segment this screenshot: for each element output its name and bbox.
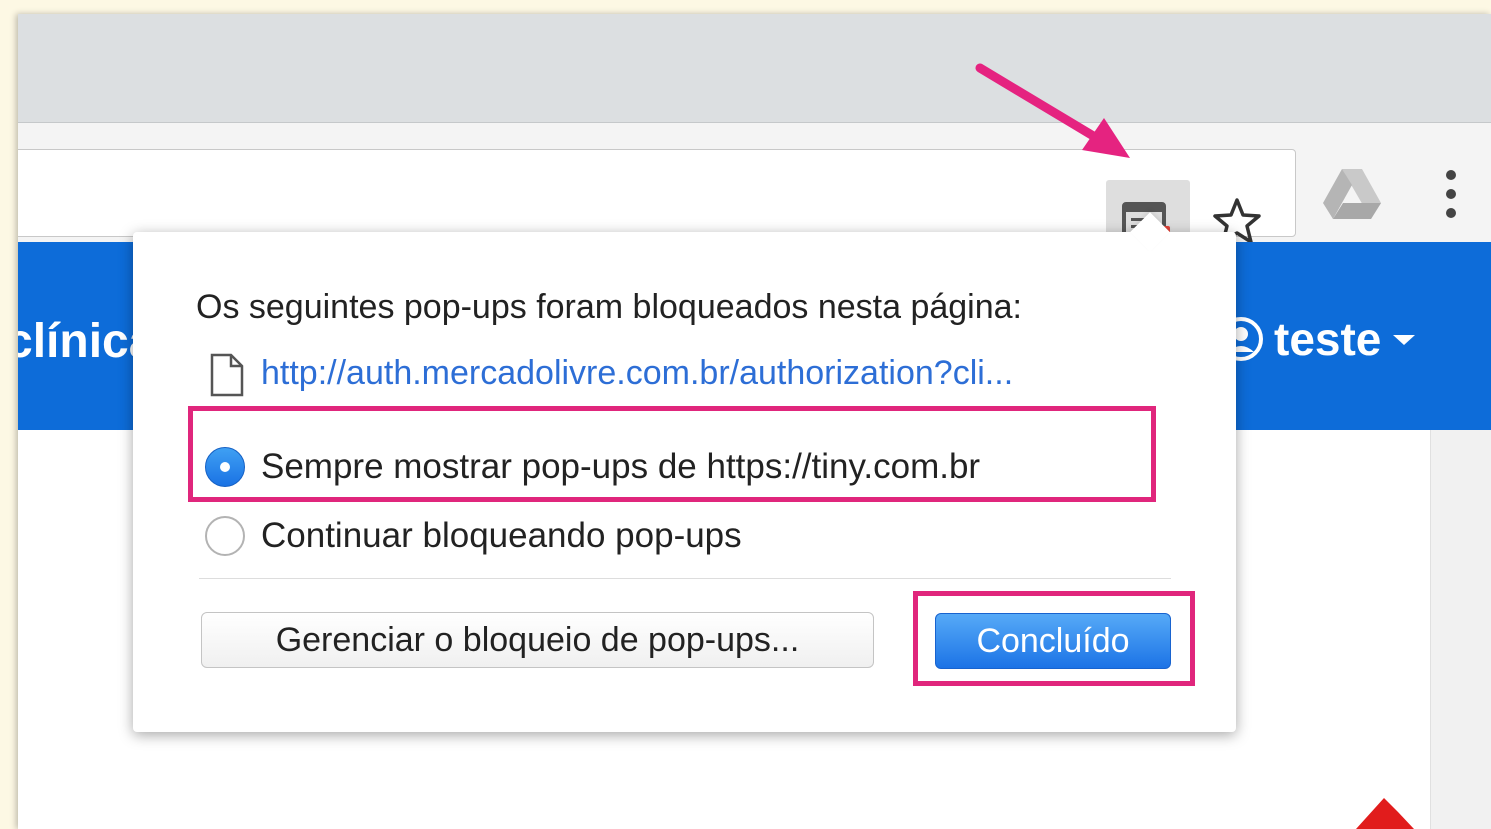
arrow-annotation-bottom: [1356, 798, 1414, 829]
annotation-layer: [975, 63, 1414, 829]
arrow-annotation-popup-icon: [975, 63, 1130, 158]
